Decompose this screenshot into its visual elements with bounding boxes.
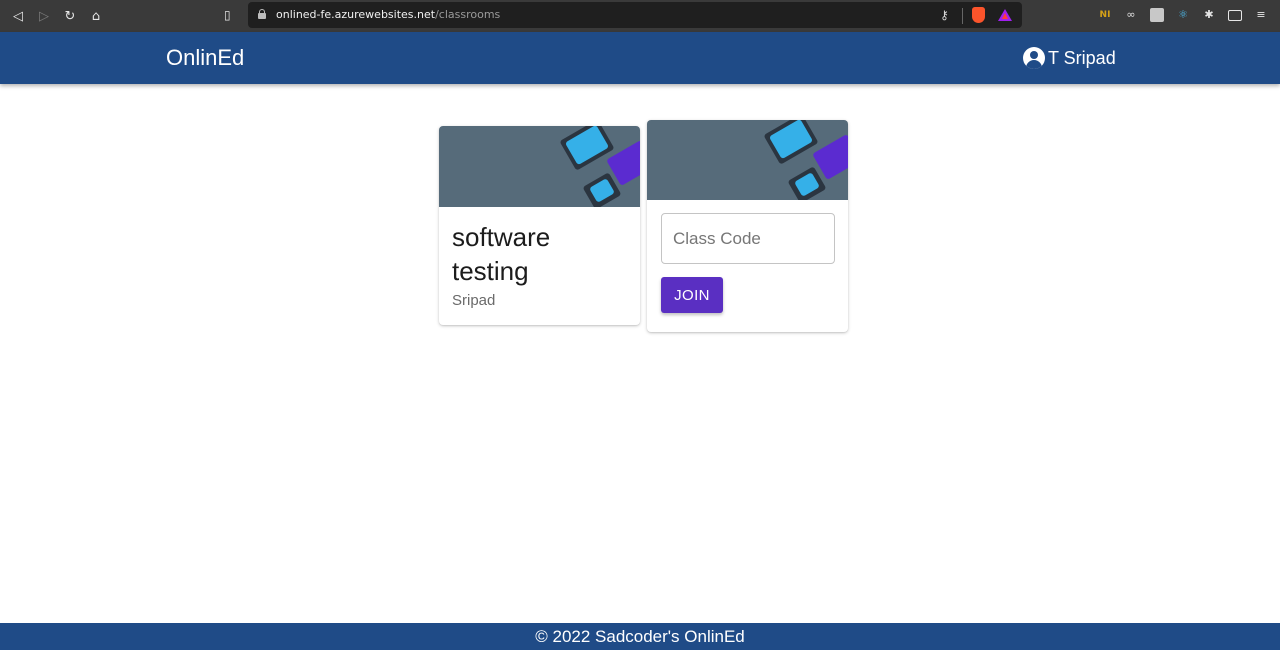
footer-text: © 2022 Sadcoder's OnlinEd	[535, 627, 745, 646]
back-icon[interactable]: ◁	[10, 8, 26, 24]
url-path: /classrooms	[435, 8, 501, 21]
brave-shield-icon[interactable]	[972, 7, 985, 23]
url-divider	[962, 8, 963, 24]
key-icon[interactable]: ⚷	[940, 8, 949, 22]
lock-icon[interactable]	[258, 9, 266, 19]
wallet-icon[interactable]	[1228, 10, 1242, 21]
join-button[interactable]: JOIN	[661, 277, 723, 313]
extension-image-icon[interactable]	[1150, 8, 1164, 22]
url-text[interactable]: onlined-fe.azurewebsites.net/classrooms	[276, 8, 500, 21]
home-icon[interactable]: ⌂	[88, 8, 104, 24]
react-devtools-icon[interactable]: ⚛	[1176, 8, 1190, 22]
extension-n-icon[interactable]: NI	[1098, 8, 1112, 22]
app-header: OnlinEd T Sripad	[0, 32, 1280, 84]
bookmark-icon[interactable]: ▯	[224, 8, 238, 24]
user-name[interactable]: T Sripad	[1048, 48, 1116, 69]
extensions-puzzle-icon[interactable]: ✱	[1202, 8, 1216, 22]
extension-glasses-icon[interactable]: ∞	[1124, 8, 1138, 22]
account-circle-icon[interactable]	[1023, 47, 1045, 69]
join-class-card: JOIN	[647, 120, 848, 332]
reload-icon[interactable]: ↻	[62, 8, 78, 24]
menu-icon[interactable]: ≡	[1254, 8, 1268, 22]
join-banner-image	[647, 120, 848, 200]
brave-rewards-icon[interactable]	[998, 9, 1012, 21]
browser-toolbar: ◁ ▷ ↻ ⌂ ▯ onlined-fe.azurewebsites.net/c…	[0, 0, 1280, 32]
forward-icon[interactable]: ▷	[36, 8, 52, 24]
brand-logo[interactable]: OnlinEd	[166, 45, 244, 71]
url-host: onlined-fe.azurewebsites.net	[276, 8, 436, 21]
class-teacher: Sripad	[452, 292, 496, 309]
class-card[interactable]: software testing Sripad	[439, 126, 640, 325]
footer: © 2022 Sadcoder's OnlinEd	[0, 623, 1280, 650]
class-code-input[interactable]	[661, 213, 835, 264]
class-title[interactable]: software testing	[452, 220, 632, 288]
class-banner-image	[439, 126, 640, 207]
user-menu[interactable]: T Sripad	[1023, 47, 1116, 69]
